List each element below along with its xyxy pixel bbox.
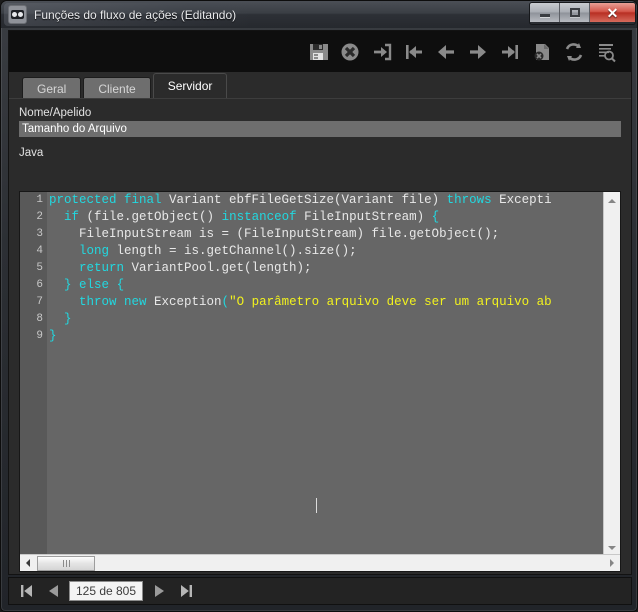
line-text: long length = is.getChannel().size(); <box>79 244 357 258</box>
nav-next-icon <box>154 585 164 597</box>
insert-record-button[interactable] <box>367 37 397 67</box>
code-line: 8 } <box>20 311 605 328</box>
tab-servidor-label: Servidor <box>167 79 213 93</box>
title-bar[interactable]: Funções do fluxo de ações (Editando) ✕ <box>1 1 637 28</box>
tab-servidor[interactable]: Servidor <box>152 73 228 99</box>
nav-next-button[interactable] <box>145 579 172 603</box>
line-number: 6 <box>36 279 43 291</box>
goggles-icon <box>8 5 27 24</box>
line-text: FileInputStream is = (FileInputStream) f… <box>49 227 500 241</box>
code-line: 3 FileInputStream is = (FileInputStream)… <box>20 226 605 243</box>
tab-geral[interactable]: Geral <box>22 77 82 99</box>
close-icon: ✕ <box>606 4 619 21</box>
nav-first-button[interactable] <box>13 579 40 603</box>
editor-horizontal-scrollbar[interactable] <box>20 554 620 571</box>
tab-bar: Geral Cliente Servidor <box>22 72 229 99</box>
window-title: Funções do fluxo de ações (Editando) <box>34 7 237 22</box>
line-number: 3 <box>36 228 43 240</box>
delete-file-icon <box>534 43 549 60</box>
line-number: 5 <box>36 262 43 274</box>
nav-last-button[interactable] <box>172 579 199 603</box>
save-button[interactable] <box>303 37 333 67</box>
first-arrow-icon <box>406 44 422 59</box>
code-field-label: Java <box>19 147 44 159</box>
name-field-label: Nome/Apelido <box>19 107 92 119</box>
first-record-button[interactable] <box>399 37 429 67</box>
editor-vertical-scrollbar[interactable] <box>603 192 620 556</box>
right-arrow-icon <box>470 44 486 59</box>
previous-record-button[interactable] <box>431 37 461 67</box>
nav-previous-icon <box>48 585 58 597</box>
record-navigator: 125 de 805 <box>8 577 632 605</box>
nav-previous-button[interactable] <box>40 579 67 603</box>
horizontal-scroll-thumb[interactable] <box>37 555 95 571</box>
maximize-icon <box>569 8 580 17</box>
nav-last-icon <box>180 585 192 597</box>
name-input[interactable] <box>19 121 621 137</box>
cancel-button[interactable] <box>335 37 365 67</box>
code-line: 6 } else { <box>20 277 605 294</box>
title-bar-caption: Funções do fluxo de ações (Editando) <box>4 3 251 26</box>
search-button[interactable] <box>591 37 621 67</box>
code-line: 5 return VariantPool.get(length); <box>20 260 605 277</box>
left-arrow-icon <box>438 44 454 59</box>
form-panel: Nome/Apelido Java <box>9 99 631 161</box>
application-window: Funções do fluxo de ações (Editando) ✕ G… <box>0 0 638 612</box>
maximize-button[interactable] <box>560 3 590 22</box>
code-text[interactable]: 1 protected final Variant ebfFileGetSize(… <box>20 192 605 556</box>
line-number: 8 <box>36 313 43 325</box>
nav-first-icon <box>20 585 32 597</box>
last-arrow-icon <box>502 44 518 59</box>
code-line: 9} <box>20 328 605 345</box>
scroll-left-arrow-icon[interactable] <box>20 555 36 571</box>
code-line: 2 if (file.getObject() instanceof FileIn… <box>20 209 605 226</box>
tab-cliente-label: Cliente <box>98 81 136 96</box>
scroll-right-arrow-icon[interactable] <box>604 555 620 571</box>
line-number: 2 <box>36 211 43 223</box>
line-text: throw new Exception("O parâmetro arquivo… <box>79 295 552 309</box>
scroll-up-arrow-icon[interactable] <box>604 192 620 209</box>
line-number: 4 <box>36 245 43 257</box>
code-line: 7 throw new Exception("O parâmetro arqui… <box>20 294 605 311</box>
code-line: 1 protected final Variant ebfFileGetSize(… <box>20 192 605 209</box>
line-text: } <box>64 312 72 326</box>
last-record-button[interactable] <box>495 37 525 67</box>
line-text: protected final Variant ebfFileGetSize(V… <box>49 193 552 207</box>
refresh-button[interactable] <box>559 37 589 67</box>
refresh-icon <box>565 42 583 61</box>
next-record-button[interactable] <box>463 37 493 67</box>
line-number: 7 <box>36 296 43 308</box>
minimize-icon <box>539 14 550 17</box>
cancel-circle-icon <box>341 43 359 60</box>
record-counter[interactable]: 125 de 805 <box>69 581 143 601</box>
search-list-icon <box>599 43 616 62</box>
close-button[interactable]: ✕ <box>590 3 635 22</box>
line-text: if (file.getObject() instanceof FileInpu… <box>64 210 440 224</box>
tab-geral-label: Geral <box>37 81 67 96</box>
minimize-button[interactable] <box>530 3 560 22</box>
client-area: Geral Cliente Servidor Nome/Apelido Java… <box>8 30 632 575</box>
line-text: return VariantPool.get(length); <box>79 261 312 275</box>
line-number: 1 <box>36 194 43 206</box>
window-controls: ✕ <box>529 2 636 25</box>
delete-record-button[interactable] <box>527 37 557 67</box>
tab-cliente[interactable]: Cliente <box>83 77 151 99</box>
code-line: 4 long length = is.getChannel().size(); <box>20 243 605 260</box>
insert-arrow-icon <box>374 43 392 60</box>
line-number: 9 <box>36 330 43 342</box>
floppy-disk-icon <box>310 43 328 60</box>
line-text: } <box>49 329 57 343</box>
record-toolbar <box>9 31 631 72</box>
line-text: } else { <box>64 278 125 292</box>
code-editor[interactable]: 1 protected final Variant ebfFileGetSize(… <box>19 191 621 572</box>
code-editor-body[interactable]: 1 protected final Variant ebfFileGetSize(… <box>20 192 605 556</box>
text-caret <box>316 498 317 513</box>
